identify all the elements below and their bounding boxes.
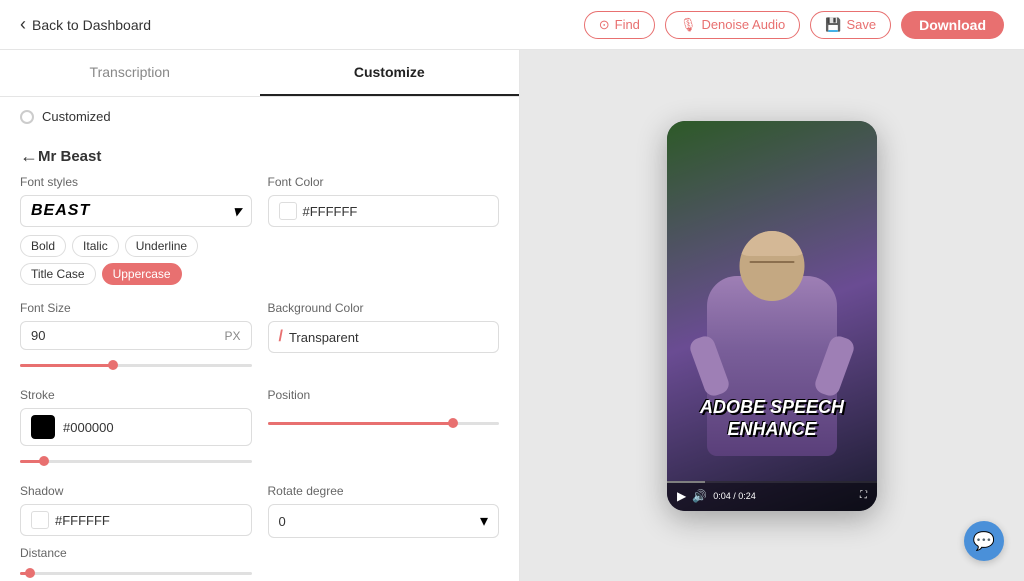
font-size-input[interactable]: 90 PX — [20, 321, 252, 350]
slash-icon: / — [279, 328, 283, 346]
customized-radio[interactable] — [20, 110, 34, 124]
position-label: Position — [268, 388, 500, 402]
font-size-unit: PX — [224, 329, 240, 343]
rotate-input[interactable]: 0 ▾ — [268, 504, 500, 538]
play-button[interactable]: ▶ — [677, 489, 686, 503]
shadow-label: Shadow — [20, 484, 252, 498]
font-color-label: Font Color — [268, 175, 500, 189]
font-section: Font styles BEAST ▾ Bold Italic Underlin… — [0, 175, 519, 301]
search-icon: ⊙ — [599, 17, 610, 33]
main-content: Transcription Customize Customized ← Mr … — [0, 50, 1024, 581]
volume-button[interactable]: 🔊 — [692, 489, 707, 503]
stroke-label: Stroke — [20, 388, 252, 402]
header-actions: ⊙ Find 🎙 Denoise Audio 💾 Save Download — [584, 11, 1004, 39]
size-bg-section: Font Size 90 PX Background Color / Trans… — [0, 301, 519, 388]
back-to-dashboard[interactable]: ‹ Back to Dashboard — [20, 14, 151, 35]
slider-thumb[interactable] — [25, 568, 35, 578]
stroke-input[interactable]: #000000 — [20, 408, 252, 446]
header: ‹ Back to Dashboard ⊙ Find 🎙 Denoise Aud… — [0, 0, 1024, 50]
font-size-col: Font Size 90 PX — [20, 301, 252, 372]
uppercase-button[interactable]: Uppercase — [102, 263, 182, 285]
tabs: Transcription Customize — [0, 50, 519, 97]
customized-label: Customized — [42, 109, 111, 124]
rotate-label: Rotate degree — [268, 484, 500, 498]
title-case-button[interactable]: Title Case — [20, 263, 96, 285]
tab-transcription[interactable]: Transcription — [0, 50, 260, 96]
time-display: 0:04 / 0:24 — [713, 491, 854, 501]
slider-thumb[interactable] — [448, 418, 458, 428]
left-panel: Transcription Customize Customized ← Mr … — [0, 50, 520, 581]
save-button[interactable]: 💾 Save — [810, 11, 891, 39]
stroke-swatch — [31, 415, 55, 439]
font-color-swatch — [279, 202, 297, 220]
chat-bubble-button[interactable]: 💬 — [964, 521, 1004, 561]
slider-thumb[interactable] — [39, 456, 49, 466]
video-caption: ADOBE SPEECH ENHANCE — [667, 397, 877, 440]
person-hat — [740, 231, 805, 256]
shadow-swatch — [31, 511, 49, 529]
position-col: Position — [268, 388, 500, 468]
slider-thumb[interactable] — [108, 360, 118, 370]
font-styles-col: Font styles BEAST ▾ Bold Italic Underlin… — [20, 175, 252, 285]
shadow-value: #FFFFFF — [55, 513, 110, 528]
stroke-slider[interactable] — [20, 454, 252, 468]
underline-button[interactable]: Underline — [125, 235, 198, 257]
distance-slider[interactable] — [20, 566, 252, 580]
tab-customize[interactable]: Customize — [260, 50, 520, 96]
customized-row: Customized — [0, 97, 519, 136]
chat-icon: 💬 — [973, 531, 995, 552]
download-button[interactable]: Download — [901, 11, 1004, 39]
shadow-rotate-section: Shadow #FFFFFF Distance Rotate degree 0 … — [0, 484, 519, 581]
font-select-value: BEAST — [31, 202, 90, 220]
back-arrow-icon: ‹ — [20, 14, 26, 35]
fullscreen-button[interactable]: ⛶ — [860, 490, 867, 501]
slider-fill — [268, 422, 453, 425]
slider-track — [20, 572, 252, 575]
stroke-value: #000000 — [63, 420, 114, 435]
style-back-arrow[interactable]: ← — [20, 146, 38, 167]
font-color-value: #FFFFFF — [303, 204, 358, 219]
bg-color-value: Transparent — [289, 330, 359, 345]
style-header: ← Mr Beast — [20, 146, 499, 167]
shadow-input[interactable]: #FFFFFF — [20, 504, 252, 536]
font-color-input[interactable]: #FFFFFF — [268, 195, 500, 227]
style-buttons: Bold Italic Underline Title Case Upperca… — [20, 235, 252, 285]
chevron-down-icon: ▾ — [480, 511, 488, 531]
font-size-value: 90 — [31, 328, 45, 343]
stroke-col: Stroke #000000 — [20, 388, 252, 468]
save-icon: 💾 — [825, 17, 841, 33]
bold-button[interactable]: Bold — [20, 235, 66, 257]
find-button[interactable]: ⊙ Find — [584, 11, 655, 39]
video-controls: ▶ 🔊 0:04 / 0:24 ⛶ — [667, 481, 877, 511]
shadow-col: Shadow #FFFFFF Distance — [20, 484, 252, 580]
style-section: ← Mr Beast — [0, 136, 519, 167]
font-color-col: Font Color #FFFFFF — [268, 175, 500, 285]
rotate-value: 0 — [279, 514, 286, 529]
back-label: Back to Dashboard — [32, 17, 151, 33]
slider-track — [20, 460, 252, 463]
rotate-col: Rotate degree 0 ▾ — [268, 484, 500, 580]
stroke-position-section: Stroke #000000 Position — [0, 388, 519, 484]
style-name: Mr Beast — [38, 148, 101, 165]
person-head — [740, 231, 805, 301]
position-slider[interactable] — [268, 416, 500, 430]
bg-color-label: Background Color — [268, 301, 500, 315]
font-size-slider[interactable] — [20, 358, 252, 372]
right-panel: ADOBE SPEECH ENHANCE ▶ 🔊 0:04 / 0:24 ⛶ 💬 — [520, 50, 1024, 581]
font-styles-label: Font styles — [20, 175, 252, 189]
video-preview: ADOBE SPEECH ENHANCE ▶ 🔊 0:04 / 0:24 ⛶ — [667, 121, 877, 511]
bg-color-input[interactable]: / Transparent — [268, 321, 500, 353]
distance-label: Distance — [20, 546, 252, 560]
font-size-label: Font Size — [20, 301, 252, 315]
slider-fill — [20, 364, 113, 367]
eyebrows — [750, 261, 795, 263]
bg-color-col: Background Color / Transparent — [268, 301, 500, 372]
chevron-down-icon: ▾ — [233, 202, 241, 220]
font-style-select[interactable]: BEAST ▾ — [20, 195, 252, 227]
denoise-button[interactable]: 🎙 Denoise Audio — [665, 11, 800, 39]
italic-button[interactable]: Italic — [72, 235, 119, 257]
microphone-icon: 🎙 — [680, 17, 697, 33]
